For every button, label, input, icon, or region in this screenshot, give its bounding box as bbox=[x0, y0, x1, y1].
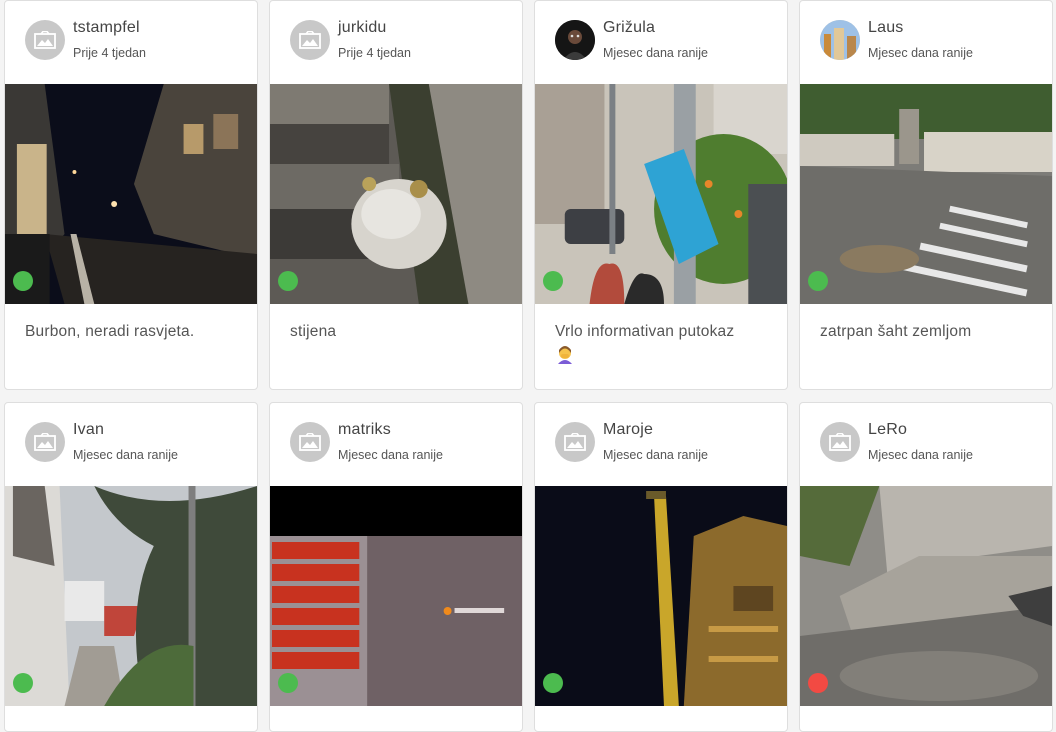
post-date: Mjesec dana ranije bbox=[338, 448, 443, 462]
post-date: Prije 4 tjedan bbox=[338, 46, 411, 60]
post-date: Mjesec dana ranije bbox=[603, 46, 708, 60]
report-card[interactable]: Laus Mjesec dana ranije zatrpan šaht zem… bbox=[799, 0, 1053, 390]
card-header: Grižula Mjesec dana ranije bbox=[535, 1, 787, 84]
report-description: Burbon, neradi rasvjeta. bbox=[25, 323, 195, 340]
username[interactable]: Ivan bbox=[73, 421, 104, 439]
report-description: zatrpan šaht zemljom bbox=[820, 323, 972, 340]
image-placeholder-icon bbox=[820, 422, 860, 462]
report-photo[interactable] bbox=[535, 486, 787, 706]
status-indicator bbox=[543, 271, 563, 291]
report-photo[interactable] bbox=[535, 84, 787, 304]
report-photo[interactable] bbox=[270, 486, 522, 706]
image-placeholder-icon bbox=[290, 20, 330, 60]
image-placeholder-icon bbox=[290, 422, 330, 462]
report-card[interactable]: Maroje Mjesec dana ranije bbox=[534, 402, 788, 732]
woman-facepalming-emoji bbox=[555, 344, 575, 364]
username[interactable]: Grižula bbox=[603, 19, 655, 37]
report-card[interactable]: Ivan Mjesec dana ranije bbox=[4, 402, 258, 732]
image-placeholder-icon bbox=[555, 422, 595, 462]
report-photo[interactable] bbox=[5, 486, 257, 706]
status-indicator bbox=[808, 673, 828, 693]
card-header: Ivan Mjesec dana ranije bbox=[5, 403, 257, 486]
status-indicator bbox=[808, 271, 828, 291]
card-header: Laus Mjesec dana ranije bbox=[800, 1, 1052, 84]
card-header: tstampfel Prije 4 tjedan bbox=[5, 1, 257, 84]
report-description: Vrlo informativan putokaz bbox=[555, 321, 771, 365]
report-card[interactable]: jurkidu Prije 4 tjedan stijena bbox=[269, 0, 523, 390]
post-date: Mjesec dana ranije bbox=[868, 46, 973, 60]
card-header: matriks Mjesec dana ranije bbox=[270, 403, 522, 486]
status-indicator bbox=[278, 271, 298, 291]
avatar bbox=[555, 20, 595, 60]
report-card[interactable]: tstampfel Prije 4 tjedan Burbon, neradi … bbox=[4, 0, 258, 390]
card-header: Maroje Mjesec dana ranije bbox=[535, 403, 787, 486]
image-placeholder-icon bbox=[25, 422, 65, 462]
report-description: stijena bbox=[290, 323, 337, 340]
report-card[interactable]: Grižula Mjesec dana ranije Vrlo informat… bbox=[534, 0, 788, 390]
post-date: Mjesec dana ranije bbox=[73, 448, 178, 462]
username[interactable]: Laus bbox=[868, 19, 904, 37]
status-indicator bbox=[278, 673, 298, 693]
report-photo[interactable] bbox=[800, 84, 1052, 304]
card-header: LeRo Mjesec dana ranije bbox=[800, 403, 1052, 486]
status-indicator bbox=[543, 673, 563, 693]
report-photo[interactable] bbox=[5, 84, 257, 304]
username[interactable]: tstampfel bbox=[73, 19, 140, 37]
report-photo[interactable] bbox=[270, 84, 522, 304]
username[interactable]: jurkidu bbox=[338, 19, 387, 37]
username[interactable]: Maroje bbox=[603, 421, 653, 439]
report-photo[interactable] bbox=[800, 486, 1052, 706]
post-date: Mjesec dana ranije bbox=[603, 448, 708, 462]
post-date: Prije 4 tjedan bbox=[73, 46, 146, 60]
avatar bbox=[820, 20, 860, 60]
status-indicator bbox=[13, 673, 33, 693]
post-date: Mjesec dana ranije bbox=[868, 448, 973, 462]
username[interactable]: matriks bbox=[338, 421, 391, 439]
status-indicator bbox=[13, 271, 33, 291]
image-placeholder-icon bbox=[25, 20, 65, 60]
report-card[interactable]: LeRo Mjesec dana ranije bbox=[799, 402, 1053, 732]
username[interactable]: LeRo bbox=[868, 421, 907, 439]
report-card[interactable]: matriks Mjesec dana ranije bbox=[269, 402, 523, 732]
report-description-text: Vrlo informativan putokaz bbox=[555, 323, 735, 340]
card-header: jurkidu Prije 4 tjedan bbox=[270, 1, 522, 84]
